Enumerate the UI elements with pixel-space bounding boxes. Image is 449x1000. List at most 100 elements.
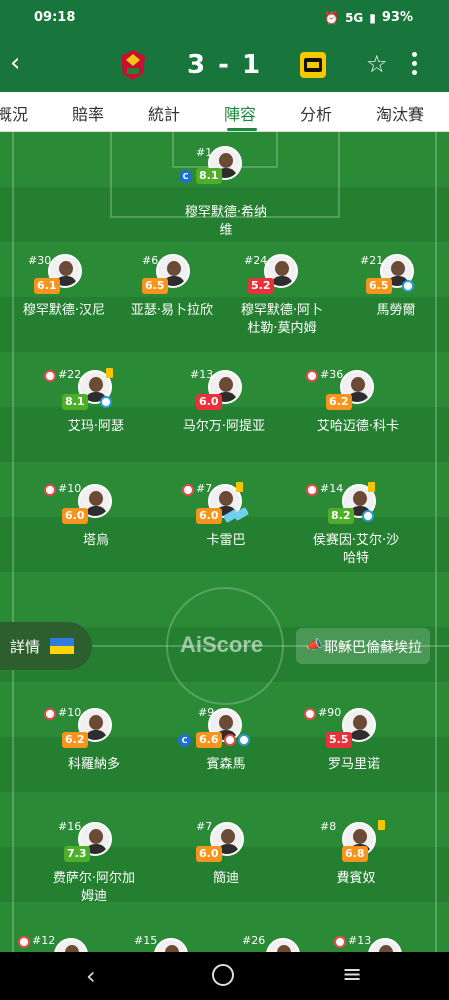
player-name: 簡迪 bbox=[212, 871, 239, 886]
player-number: #10 bbox=[58, 482, 82, 495]
player-avatar bbox=[54, 938, 88, 952]
player-home-7[interactable]: #7 6.0 卡雷巴 bbox=[166, 482, 286, 552]
player-avatar bbox=[266, 938, 300, 952]
player-number: #15 bbox=[134, 934, 158, 947]
captain-icon: C bbox=[179, 170, 192, 183]
player-number: #21 bbox=[360, 254, 384, 267]
player-avatar bbox=[368, 938, 402, 952]
player-rating: 6.6 bbox=[196, 732, 222, 748]
player-name: 侯赛因·艾尔·沙 bbox=[312, 533, 400, 548]
player-name: 马尔万·阿提亚 bbox=[182, 419, 266, 434]
player-number: #22 bbox=[58, 368, 82, 381]
player-home-14[interactable]: #14 8.2 侯赛因·艾尔·沙 哈特 bbox=[296, 482, 416, 572]
substitution-icon bbox=[224, 734, 236, 746]
signal-icon: ▮ bbox=[369, 10, 376, 25]
player-away-7[interactable]: #7 6.0 簡迪 bbox=[166, 820, 286, 890]
player-home-10[interactable]: #10 6.0 塔烏 bbox=[36, 482, 156, 552]
player-rating: 6.5 bbox=[366, 278, 392, 294]
player-rating: 5.2 bbox=[248, 278, 274, 294]
nav-home-icon[interactable] bbox=[212, 964, 234, 986]
tab-overview[interactable]: 概況 bbox=[0, 101, 28, 125]
tab-odds[interactable]: 賠率 bbox=[72, 101, 104, 125]
player-rating: 6.5 bbox=[142, 278, 168, 294]
player-away-12[interactable]: #12 bbox=[8, 934, 128, 952]
substitution-icon bbox=[304, 708, 316, 720]
player-rating: 5.5 bbox=[326, 732, 352, 748]
ukraine-flag-icon bbox=[50, 638, 74, 654]
player-name: 費賓奴 bbox=[336, 871, 376, 886]
player-home-22[interactable]: #22 8.1 艾玛·阿瑟 bbox=[36, 368, 156, 438]
player-name: 罗马里诺 bbox=[327, 757, 380, 772]
details-label: 詳情 bbox=[10, 638, 41, 656]
player-rating: 6.0 bbox=[196, 508, 222, 524]
status-bar: 09:18 ⏰ 5G ▮ 93% bbox=[0, 0, 449, 36]
player-number: #8 bbox=[320, 820, 337, 833]
player-rating: 6.2 bbox=[326, 394, 352, 410]
more-options-icon[interactable] bbox=[412, 52, 418, 76]
player-name: 賓森馬 bbox=[206, 757, 246, 772]
player-name: 艾玛·阿瑟 bbox=[67, 419, 125, 434]
player-name: 亚瑟·易卜拉欣 bbox=[130, 303, 214, 318]
player-name: 馬勞爾 bbox=[376, 303, 416, 318]
tab-knockout[interactable]: 淘汰賽 bbox=[376, 101, 424, 125]
player-rating: 6.1 bbox=[34, 278, 60, 294]
player-away-26[interactable]: #26 bbox=[222, 934, 342, 952]
player-number: #10 bbox=[58, 706, 82, 719]
player-away-13[interactable]: #13 bbox=[326, 934, 446, 952]
player-home-13[interactable]: #13 6.0 马尔万·阿提亚 bbox=[164, 368, 284, 438]
player-number: #16 bbox=[58, 820, 82, 833]
goal-ball-icon bbox=[402, 280, 414, 292]
substitution-icon bbox=[182, 484, 194, 496]
player-away-90[interactable]: #90 5.5 罗马里诺 bbox=[294, 706, 414, 776]
player-number: #13 bbox=[348, 934, 372, 947]
player-away-16[interactable]: #16 7.3 费萨尔·阿尔加 姆迪 bbox=[34, 820, 154, 910]
away-team-logo[interactable] bbox=[298, 48, 328, 82]
player-home-21[interactable]: #21 6.5 馬勞爾 bbox=[336, 254, 449, 324]
player-home-24[interactable]: #24 5.2 穆罕默德·阿卜 杜勒·莫内姆 bbox=[222, 254, 342, 344]
player-away-8[interactable]: #8 6.8 費賓奴 bbox=[296, 820, 416, 890]
aiscore-watermark: AiScore bbox=[180, 632, 264, 657]
player-name: 费萨尔·阿尔加 bbox=[52, 871, 136, 886]
nav-recents-icon[interactable]: ≡ bbox=[342, 960, 362, 988]
whistle-icon: 📣 bbox=[306, 638, 323, 653]
status-icons: ⏰ 5G ▮ 93% bbox=[324, 10, 413, 25]
tab-lineup[interactable]: 陣容 bbox=[224, 101, 256, 125]
player-name: 穆罕默德·希纳 bbox=[184, 205, 268, 220]
player-rating: 7.3 bbox=[64, 846, 90, 862]
tab-stats[interactable]: 統計 bbox=[148, 101, 180, 125]
player-rating: 8.2 bbox=[328, 508, 354, 524]
coach-name: 耶穌巴倫蘇埃拉 bbox=[324, 640, 422, 656]
player-home-gk[interactable]: #1 C 8.1 穆罕默德·希纳 维 bbox=[166, 144, 286, 238]
player-name-line2: 哈特 bbox=[342, 551, 369, 566]
away-coach[interactable]: 📣 耶穌巴倫蘇埃拉 bbox=[296, 628, 430, 664]
yellow-card-icon bbox=[378, 820, 385, 830]
player-home-6[interactable]: #6 6.5 亚瑟·易卜拉欣 bbox=[112, 254, 232, 324]
player-number: #14 bbox=[320, 482, 344, 495]
details-button[interactable]: 詳情 bbox=[0, 622, 92, 670]
player-number: #26 bbox=[242, 934, 266, 947]
substitution-icon bbox=[44, 484, 56, 496]
player-away-15[interactable]: #15 bbox=[114, 934, 234, 952]
captain-icon: C bbox=[178, 734, 191, 747]
player-name-line2: 维 bbox=[219, 223, 233, 238]
player-avatar bbox=[154, 938, 188, 952]
system-nav-bar: ‹ ≡ bbox=[0, 952, 449, 1000]
player-name: 卡雷巴 bbox=[206, 533, 246, 548]
favorite-star-icon[interactable]: ☆ bbox=[366, 50, 388, 78]
player-home-36[interactable]: #36 6.2 艾哈迈德·科卡 bbox=[298, 368, 418, 438]
yellow-card-icon bbox=[236, 482, 243, 492]
player-away-9[interactable]: #9 C 6.6 賓森馬 bbox=[166, 706, 286, 776]
substitution-icon bbox=[18, 936, 30, 948]
tab-analysis[interactable]: 分析 bbox=[300, 101, 332, 125]
player-away-10[interactable]: #10 6.2 科羅納多 bbox=[34, 706, 154, 776]
nav-back-icon[interactable]: ‹ bbox=[86, 962, 96, 990]
player-home-30[interactable]: #30 6.1 穆罕默德·汉尼 bbox=[4, 254, 124, 324]
network-label: 5G bbox=[345, 10, 364, 25]
yellow-card-icon bbox=[368, 482, 375, 492]
battery-label: 93% bbox=[381, 10, 413, 25]
player-rating: 8.1 bbox=[62, 394, 88, 410]
substitution-icon bbox=[44, 370, 56, 382]
alarm-icon: ⏰ bbox=[324, 10, 340, 25]
status-time: 09:18 bbox=[34, 10, 76, 25]
player-name-line2: 姆迪 bbox=[80, 889, 107, 904]
